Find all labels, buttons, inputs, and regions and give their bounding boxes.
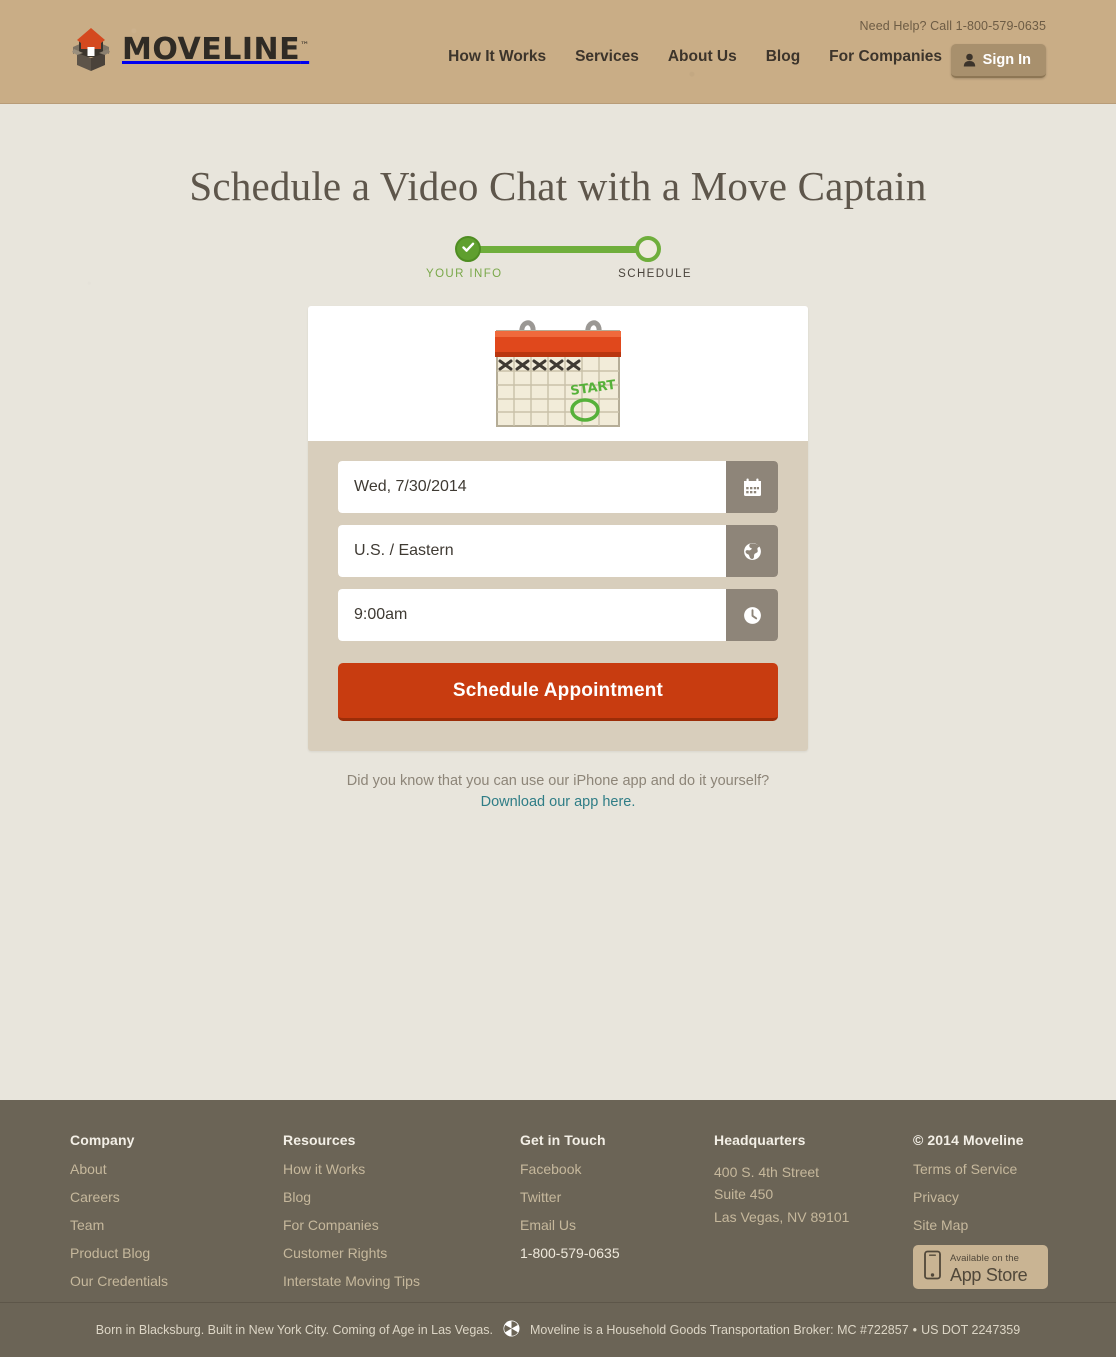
footer-link-privacy[interactable]: Privacy <box>913 1189 1093 1205</box>
footer-link-customer-rights[interactable]: Customer Rights <box>283 1245 520 1261</box>
logo-wordmark: MOVELINE™ <box>122 32 310 67</box>
footer-heading-resources: Resources <box>283 1132 356 1148</box>
progress-steps: YOUR INFO SCHEDULE <box>426 236 691 282</box>
main-content: Schedule a Video Chat with a Move Captai… <box>0 104 1116 1100</box>
globe-icon <box>743 542 762 561</box>
date-picker-button[interactable] <box>726 461 778 513</box>
broker-mc-number: Moveline is a Household Goods Transporta… <box>529 1323 909 1337</box>
nav-item-blog[interactable]: Blog <box>766 48 800 66</box>
footer-link-email-us[interactable]: Email Us <box>520 1217 714 1233</box>
footer-link-product-blog[interactable]: Product Blog <box>70 1245 283 1261</box>
bullet-separator: • <box>912 1323 918 1337</box>
footer-broker-info: Moveline is a Household Goods Transporta… <box>530 1323 1020 1337</box>
footer-link-terms-of-service[interactable]: Terms of Service <box>913 1161 1093 1177</box>
footer-link-site-map[interactable]: Site Map <box>913 1217 1093 1233</box>
footer-column-company: Company About Careers Team Product Blog … <box>70 1132 283 1301</box>
sign-in-button[interactable]: Sign In <box>950 44 1046 78</box>
iphone-app-note-text: Did you know that you can use our iPhone… <box>346 773 770 789</box>
time-input[interactable] <box>338 589 726 641</box>
address-line-2: Suite 450 <box>714 1186 774 1203</box>
footer-link-how-it-works[interactable]: How it Works <box>283 1161 520 1177</box>
progress-bar-track <box>468 246 648 253</box>
footer-link-careers[interactable]: Careers <box>70 1189 283 1205</box>
nav-item-about-us[interactable]: About Us <box>668 48 737 66</box>
app-store-bottom-label: App Store <box>950 1264 1028 1285</box>
calendar-icon <box>743 478 762 497</box>
footer-heading-get-in-touch: Get in Touch <box>520 1132 606 1148</box>
iphone-app-note: Did you know that you can use our iPhone… <box>298 772 818 812</box>
footer-link-for-companies[interactable]: For Companies <box>283 1217 520 1233</box>
address-line-1: 400 S. 4th Street <box>714 1164 820 1180</box>
nav-item-for-companies[interactable]: For Companies <box>829 48 942 66</box>
app-store-text: Available on the App Store <box>950 1249 1028 1286</box>
step-label-schedule: SCHEDULE <box>618 268 692 280</box>
footer-link-blog[interactable]: Blog <box>283 1189 520 1205</box>
timezone-input[interactable] <box>338 525 726 577</box>
nav-item-services[interactable]: Services <box>575 48 639 66</box>
footer-column-get-in-touch: Get in Touch Facebook Twitter Email Us 1… <box>520 1132 714 1301</box>
site-footer: Company About Careers Team Product Blog … <box>0 1100 1116 1357</box>
clock-icon <box>743 606 762 625</box>
footer-link-facebook[interactable]: Facebook <box>520 1161 714 1177</box>
footer-column-legal: © 2014 Moveline Terms of Service Privacy… <box>913 1132 1093 1301</box>
timezone-field-row <box>338 525 778 577</box>
iphone-icon <box>923 1250 942 1285</box>
page-title: Schedule a Video Chat with a Move Captai… <box>189 163 927 209</box>
app-store-badge[interactable]: Available on the App Store <box>913 1245 1048 1289</box>
footer-phone-number[interactable]: 1-800-579-0635 <box>520 1245 714 1261</box>
help-phone-text: Need Help? Call 1-800-579-0635 <box>859 19 1046 33</box>
site-header: MOVELINE™ Need Help? Call 1-800-579-0635… <box>0 0 1116 104</box>
schedule-appointment-button[interactable]: Schedule Appointment <box>338 663 778 721</box>
app-store-top-label: Available on the <box>950 1252 1020 1264</box>
us-dot-icon <box>503 1320 520 1340</box>
footer-column-headquarters: Headquarters 400 S. 4th Street Suite 450… <box>714 1132 913 1301</box>
footer-column-resources: Resources How it Works Blog For Companie… <box>283 1132 520 1301</box>
card-illustration-area: START <box>308 306 808 441</box>
address-line-3: Las Vegas, NV 89101 <box>714 1208 850 1225</box>
footer-address: 400 S. 4th Street Suite 450 Las Vegas, N… <box>714 1161 913 1228</box>
step-node-schedule[interactable] <box>635 236 661 262</box>
user-icon <box>963 53 976 67</box>
step-label-your-info: YOUR INFO <box>426 268 503 280</box>
footer-copyright: © 2014 Moveline <box>913 1132 1024 1148</box>
broker-usdot-number: US DOT 2247359 <box>921 1323 1021 1337</box>
footer-heading-headquarters: Headquarters <box>714 1132 806 1148</box>
date-input[interactable] <box>338 461 726 513</box>
footer-bottom-bar: Born in Blacksburg. Built in New York Ci… <box>0 1302 1116 1357</box>
timezone-picker-button[interactable] <box>726 525 778 577</box>
footer-link-interstate-moving-tips[interactable]: Interstate Moving Tips <box>283 1273 520 1289</box>
time-field-row <box>338 589 778 641</box>
footer-link-about[interactable]: About <box>70 1161 283 1177</box>
nav-item-how-it-works[interactable]: How It Works <box>448 48 546 66</box>
step-node-your-info[interactable] <box>455 236 481 262</box>
footer-heading-company: Company <box>70 1132 135 1148</box>
main-navigation: How It Works Services About Us Blog For … <box>448 48 942 66</box>
check-icon <box>461 240 475 258</box>
footer-tagline: Born in Blacksburg. Built in New York Ci… <box>95 1323 493 1337</box>
download-app-link[interactable]: Download our app here. <box>298 793 818 812</box>
schedule-form: Schedule Appointment <box>308 441 808 751</box>
calendar-illustration: START <box>485 311 631 436</box>
time-picker-button[interactable] <box>726 589 778 641</box>
footer-link-team[interactable]: Team <box>70 1217 283 1233</box>
logo[interactable]: MOVELINE™ <box>70 27 309 73</box>
footer-link-twitter[interactable]: Twitter <box>520 1189 714 1205</box>
sign-in-label: Sign In <box>982 52 1031 68</box>
schedule-card: START Wed, 7/30/2014 U.S. / Eastern 9:00… <box>308 306 808 751</box>
moveline-house-box-icon <box>70 27 112 73</box>
footer-columns: Company About Careers Team Product Blog … <box>0 1100 1116 1301</box>
footer-link-our-credentials[interactable]: Our Credentials <box>70 1273 283 1289</box>
date-field-row <box>338 461 778 513</box>
